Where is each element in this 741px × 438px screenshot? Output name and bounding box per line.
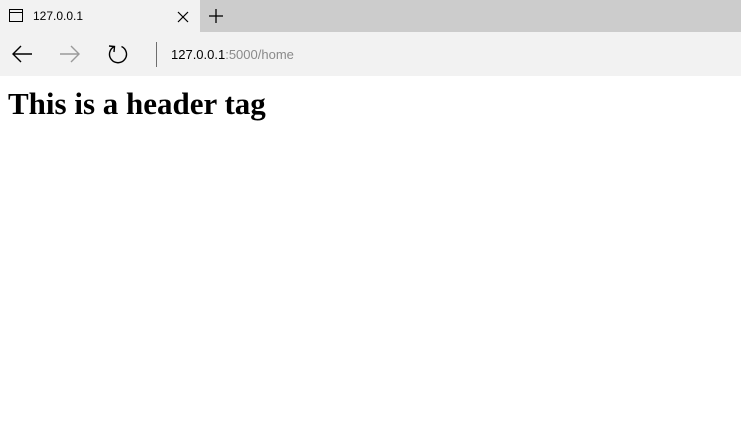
address-bar[interactable]: 127.0.0.1:5000/home — [171, 47, 294, 62]
address-divider — [156, 42, 157, 67]
arrow-right-icon[interactable] — [58, 43, 82, 65]
tab-title: 127.0.0.1 — [33, 9, 84, 23]
tab-page-icon — [9, 9, 23, 22]
tab-active[interactable]: 127.0.0.1 — [0, 0, 200, 32]
navigation-bar: 127.0.0.1:5000/home — [0, 32, 741, 76]
tab-strip: 127.0.0.1 — [0, 0, 741, 32]
plus-icon[interactable] — [208, 8, 224, 24]
address-host: 127.0.0.1 — [171, 47, 226, 62]
arrow-left-icon[interactable] — [10, 43, 34, 65]
browser-window: 127.0.0.1 127.0.0.1:5000/home This is a … — [0, 0, 741, 438]
address-path: :5000/home — [225, 47, 294, 62]
refresh-icon[interactable] — [106, 43, 130, 65]
page-heading: This is a header tag — [8, 86, 266, 121]
page-content: This is a header tag — [0, 76, 741, 438]
close-icon[interactable] — [177, 10, 189, 23]
